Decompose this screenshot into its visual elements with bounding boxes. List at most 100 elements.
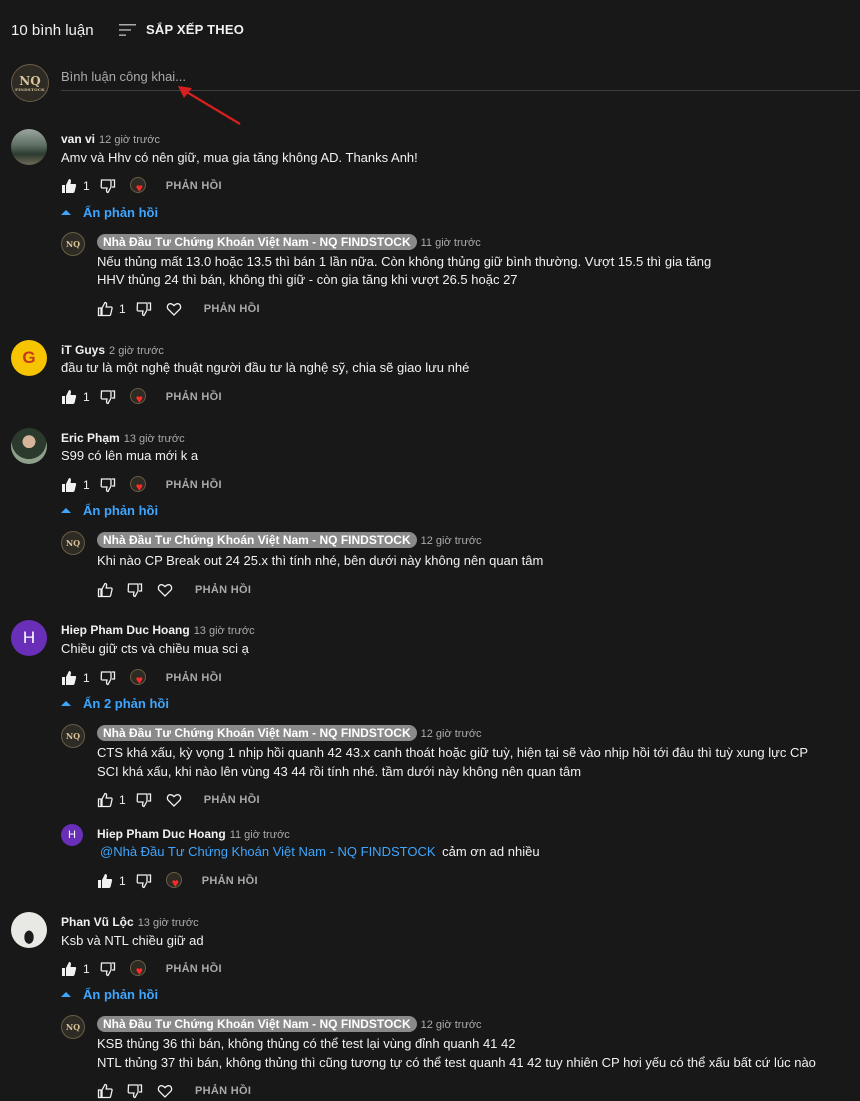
avatar[interactable]: H: [61, 824, 83, 846]
reply-button[interactable]: PHẢN HỒI: [195, 1085, 251, 1097]
channel-avatar[interactable]: NQ: [61, 232, 85, 256]
reply-text-line: SCI khá xấu, khi nào lên vùng 43 44 rồi …: [97, 764, 582, 779]
avatar[interactable]: [11, 129, 47, 165]
sort-icon[interactable]: [118, 22, 138, 38]
comment-time[interactable]: 12 giờ trước: [99, 134, 160, 146]
comment-author[interactable]: van vi: [61, 132, 95, 146]
like-icon[interactable]: [97, 301, 113, 317]
comment-author[interactable]: Phan Vũ Lộc: [61, 915, 134, 929]
dislike-icon[interactable]: [136, 792, 152, 808]
comment-author[interactable]: Eric Phạm: [61, 431, 120, 445]
avatar-letter: G: [22, 348, 36, 367]
like-filled-icon[interactable]: [61, 477, 77, 493]
reply-button[interactable]: PHẢN HỒI: [195, 584, 251, 596]
heart-outline-icon[interactable]: [157, 1083, 173, 1099]
comment-author[interactable]: iT Guys: [61, 343, 105, 357]
reply-actions: PHẢN HỒI: [97, 580, 251, 600]
like-icon[interactable]: [97, 1083, 113, 1099]
comment-actions: 1 ♥ PHẢN HỒI: [61, 176, 222, 196]
avatar[interactable]: [11, 912, 47, 948]
hide-replies-toggle[interactable]: Ẩn phản hồi: [61, 205, 158, 220]
avatar-logo-subtext: FINDSTOCK: [15, 86, 45, 92]
like-icon[interactable]: [97, 792, 113, 808]
reply-time[interactable]: 11 giờ trước: [421, 237, 481, 249]
hide-replies-toggle[interactable]: Ẩn 2 phản hồi: [61, 696, 169, 711]
creator-heart-icon: ♥: [129, 476, 148, 494]
channel-author-badge[interactable]: Nhà Đầu Tư Chứng Khoán Việt Nam - NQ FIN…: [97, 1016, 417, 1032]
comment-text: Chiều giữ cts và chiều mua sci ạ: [61, 641, 249, 656]
red-arrow-annotation: [178, 86, 241, 125]
avatar-logo-text: NQ: [65, 538, 81, 548]
reply-text-line: Khi nào CP Break out 24 25.x thì tính nh…: [97, 553, 544, 568]
like-filled-icon[interactable]: [61, 670, 77, 686]
like-count: 1: [119, 302, 126, 316]
avatar-logo-text: NQ: [65, 731, 81, 741]
avatar[interactable]: [11, 428, 47, 464]
reply-text-line: NTL thủng 37 thì bán, không thủng thì cũ…: [97, 1055, 816, 1070]
like-filled-icon[interactable]: [61, 961, 77, 977]
reply-button[interactable]: PHẢN HỒI: [202, 875, 258, 887]
comment-time[interactable]: 13 giờ trước: [138, 917, 199, 929]
caret-up-icon: [61, 992, 71, 997]
hide-replies-toggle[interactable]: Ẩn phản hồi: [61, 503, 158, 518]
dislike-icon[interactable]: [127, 582, 143, 598]
avatar[interactable]: H: [11, 620, 47, 656]
dislike-icon[interactable]: [100, 389, 116, 405]
dislike-icon[interactable]: [100, 477, 116, 493]
channel-avatar[interactable]: NQ: [61, 1015, 85, 1039]
dislike-icon[interactable]: [100, 178, 116, 194]
like-count: 1: [119, 874, 126, 888]
comment-text: Ksb và NTL chiều giữ ad: [61, 933, 204, 948]
reply-button[interactable]: PHẢN HỒI: [166, 391, 222, 403]
comment-time[interactable]: 13 giờ trước: [124, 433, 185, 445]
hide-replies-toggle[interactable]: Ẩn phản hồi: [61, 987, 158, 1002]
comment-text: Amv và Hhv có nên giữ, mua gia tăng khôn…: [61, 150, 418, 165]
reply-button[interactable]: PHẢN HỒI: [204, 303, 260, 315]
reply-time[interactable]: 12 giờ trước: [421, 1019, 482, 1031]
reply-text: cảm ơn ad nhiều: [442, 844, 540, 859]
heart-outline-icon[interactable]: [166, 301, 182, 317]
reply-button[interactable]: PHẢN HỒI: [166, 672, 222, 684]
channel-avatar[interactable]: NQ: [61, 531, 85, 555]
like-icon[interactable]: [97, 582, 113, 598]
reply-author[interactable]: Hiep Pham Duc Hoang: [97, 827, 226, 841]
avatar[interactable]: G: [11, 340, 47, 376]
comment-time[interactable]: 2 giờ trước: [109, 345, 164, 357]
reply-button[interactable]: PHẢN HỒI: [166, 479, 222, 491]
channel-avatar[interactable]: NQ: [61, 724, 85, 748]
like-filled-icon[interactable]: [97, 873, 113, 889]
comment-count: 10 bình luận: [11, 22, 94, 39]
caret-up-icon: [61, 701, 71, 706]
like-filled-icon[interactable]: [61, 178, 77, 194]
comment-text: S99 có lên mua mới k a: [61, 448, 199, 463]
heart-outline-icon[interactable]: [157, 582, 173, 598]
avatar-logo-text: NQ: [65, 239, 81, 249]
comment-text: đầu tư là một nghệ thuật người đầu tư là…: [61, 360, 470, 375]
dislike-icon[interactable]: [136, 301, 152, 317]
dislike-icon[interactable]: [136, 873, 152, 889]
reply-button[interactable]: PHẢN HỒI: [166, 963, 222, 975]
reply-actions: PHẢN HỒI: [97, 1081, 251, 1101]
reply-time[interactable]: 11 giờ trước: [230, 829, 290, 841]
avatar-logo-text: NQ: [65, 1022, 81, 1032]
reply-text-line: CTS khá xấu, kỳ vọng 1 nhịp hồi quanh 42…: [97, 745, 809, 760]
creator-heart-icon: ♥: [165, 872, 184, 890]
channel-author-badge[interactable]: Nhà Đầu Tư Chứng Khoán Việt Nam - NQ FIN…: [97, 532, 417, 548]
like-filled-icon[interactable]: [61, 389, 77, 405]
comment-time[interactable]: 13 giờ trước: [194, 625, 255, 637]
reply-actions: 1 ♥ PHẢN HỒI: [97, 871, 258, 891]
channel-author-badge[interactable]: Nhà Đầu Tư Chứng Khoán Việt Nam - NQ FIN…: [97, 725, 417, 741]
dislike-icon[interactable]: [100, 670, 116, 686]
dislike-icon[interactable]: [100, 961, 116, 977]
sort-button[interactable]: SẮP XẾP THEO: [146, 22, 244, 37]
comment-actions: 1 ♥ PHẢN HỒI: [61, 959, 222, 979]
comment-author[interactable]: Hiep Pham Duc Hoang: [61, 623, 190, 637]
reply-time[interactable]: 12 giờ trước: [421, 535, 482, 547]
reply-button[interactable]: PHẢN HỒI: [166, 180, 222, 192]
reply-button[interactable]: PHẢN HỒI: [204, 794, 260, 806]
reply-time[interactable]: 12 giờ trước: [421, 728, 482, 740]
heart-outline-icon[interactable]: [166, 792, 182, 808]
mention-link[interactable]: @Nhà Đầu Tư Chứng Khoán Việt Nam - NQ FI…: [100, 844, 436, 859]
dislike-icon[interactable]: [127, 1083, 143, 1099]
channel-author-badge[interactable]: Nhà Đầu Tư Chứng Khoán Việt Nam - NQ FIN…: [97, 234, 417, 250]
